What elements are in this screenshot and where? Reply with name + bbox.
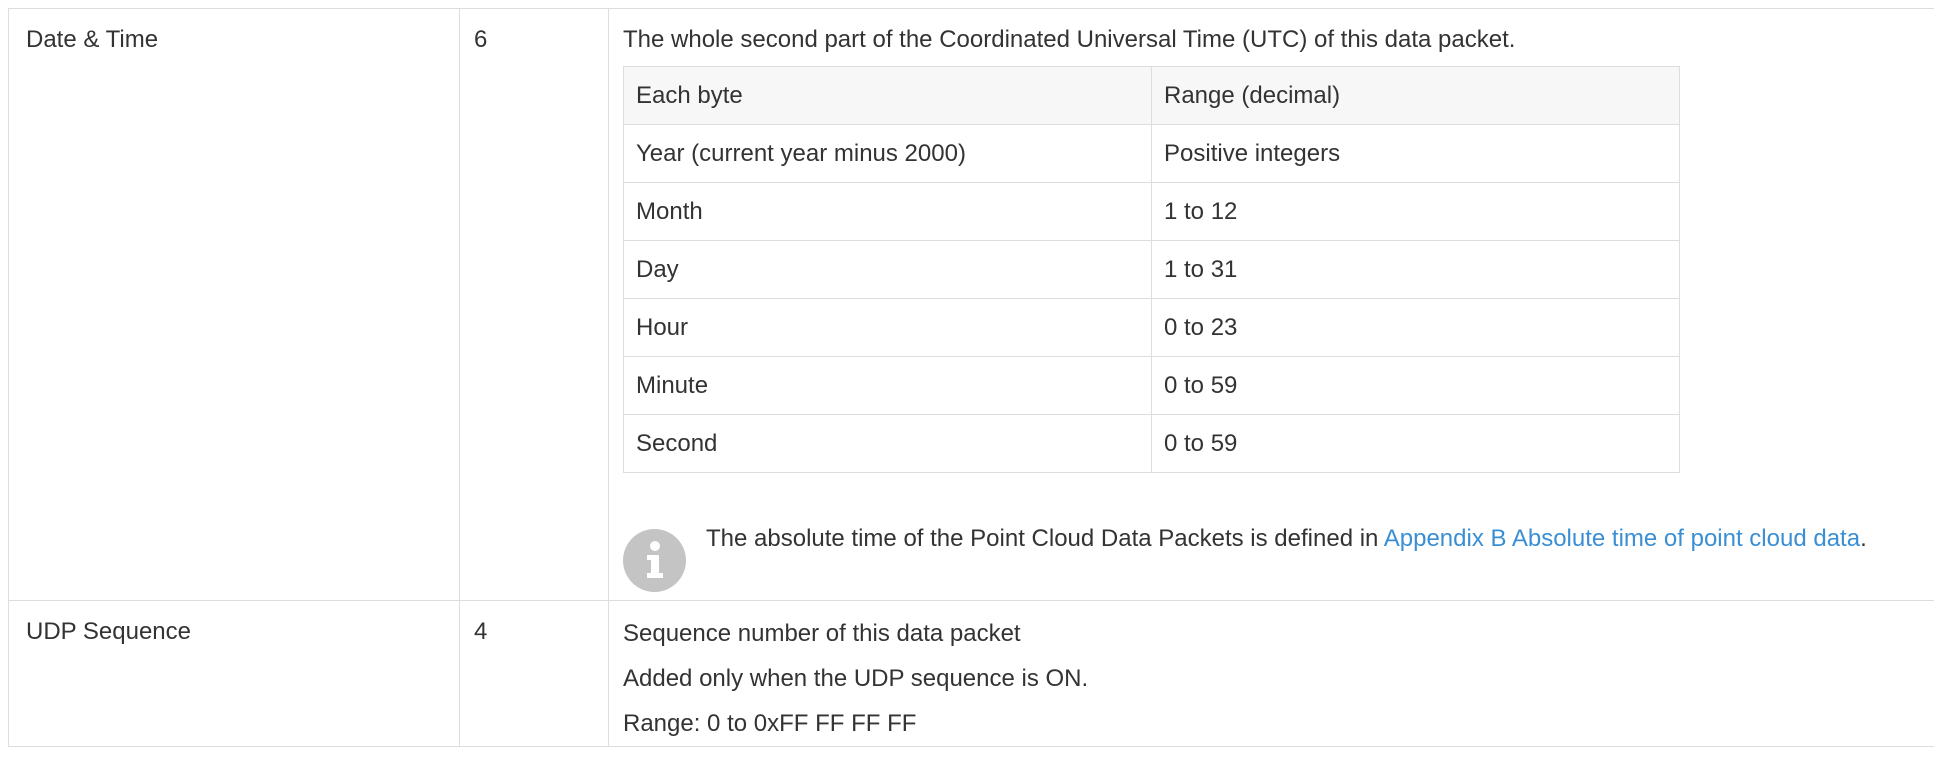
- table-row: UDP Sequence 4 Sequence number of this d…: [8, 600, 1934, 747]
- field-size-cell: 4: [459, 600, 609, 747]
- byte-name: Month: [623, 182, 1152, 241]
- field-size: 4: [474, 618, 488, 645]
- byte-name: Minute: [623, 356, 1152, 415]
- table-row: Month 1 to 12: [623, 182, 1680, 241]
- byte-range: Positive integers: [1151, 124, 1680, 183]
- field-table: Date & Time 6 The whole second part of t…: [8, 8, 1934, 747]
- field-size: 6: [474, 26, 488, 53]
- byte-range: 1 to 12: [1151, 182, 1680, 241]
- note-text-before: The absolute time of the Point Cloud Dat…: [706, 525, 1384, 552]
- field-description: The whole second part of the Coordinated…: [623, 26, 1516, 53]
- byte-range: 1 to 31: [1151, 240, 1680, 299]
- byte-range-header-row: Each byte Range (decimal): [623, 66, 1680, 125]
- appendix-b-link[interactable]: Appendix B Absolute time of point cloud …: [1384, 525, 1860, 552]
- byte-range-table: Each byte Range (decimal) Year (current …: [623, 66, 1680, 473]
- column-header: Range (decimal): [1151, 66, 1680, 125]
- byte-name: Day: [623, 240, 1152, 299]
- table-row: Hour 0 to 23: [623, 298, 1680, 357]
- info-note: The absolute time of the Point Cloud Dat…: [623, 518, 1934, 592]
- description-line: Sequence number of this data packet: [623, 620, 1021, 647]
- field-name: Date & Time: [26, 26, 159, 53]
- description-line: Range: 0 to 0xFF FF FF FF: [623, 710, 917, 737]
- byte-range: 0 to 59: [1151, 356, 1680, 415]
- table-row: Year (current year minus 2000) Positive …: [623, 124, 1680, 183]
- table-row: Day 1 to 31: [623, 240, 1680, 299]
- description-line: Added only when the UDP sequence is ON.: [623, 665, 1089, 692]
- byte-range: 0 to 23: [1151, 298, 1680, 357]
- field-description-cell: Sequence number of this data packet Adde…: [608, 600, 1934, 747]
- field-description-cell: The whole second part of the Coordinated…: [608, 8, 1934, 601]
- field-name-cell: UDP Sequence: [8, 600, 460, 747]
- field-name: UDP Sequence: [26, 618, 191, 645]
- byte-name: Year (current year minus 2000): [623, 124, 1152, 183]
- table-row: Second 0 to 59: [623, 414, 1680, 473]
- column-header: Each byte: [623, 66, 1152, 125]
- field-name-cell: Date & Time: [8, 8, 460, 601]
- field-size-cell: 6: [459, 8, 609, 601]
- byte-range: 0 to 59: [1151, 414, 1680, 473]
- info-icon: [623, 529, 686, 592]
- byte-name: Hour: [623, 298, 1152, 357]
- note-text: The absolute time of the Point Cloud Dat…: [706, 518, 1867, 560]
- byte-name: Second: [623, 414, 1152, 473]
- table-row: Minute 0 to 59: [623, 356, 1680, 415]
- note-text-after: .: [1860, 525, 1867, 552]
- table-row: Date & Time 6 The whole second part of t…: [8, 8, 1934, 601]
